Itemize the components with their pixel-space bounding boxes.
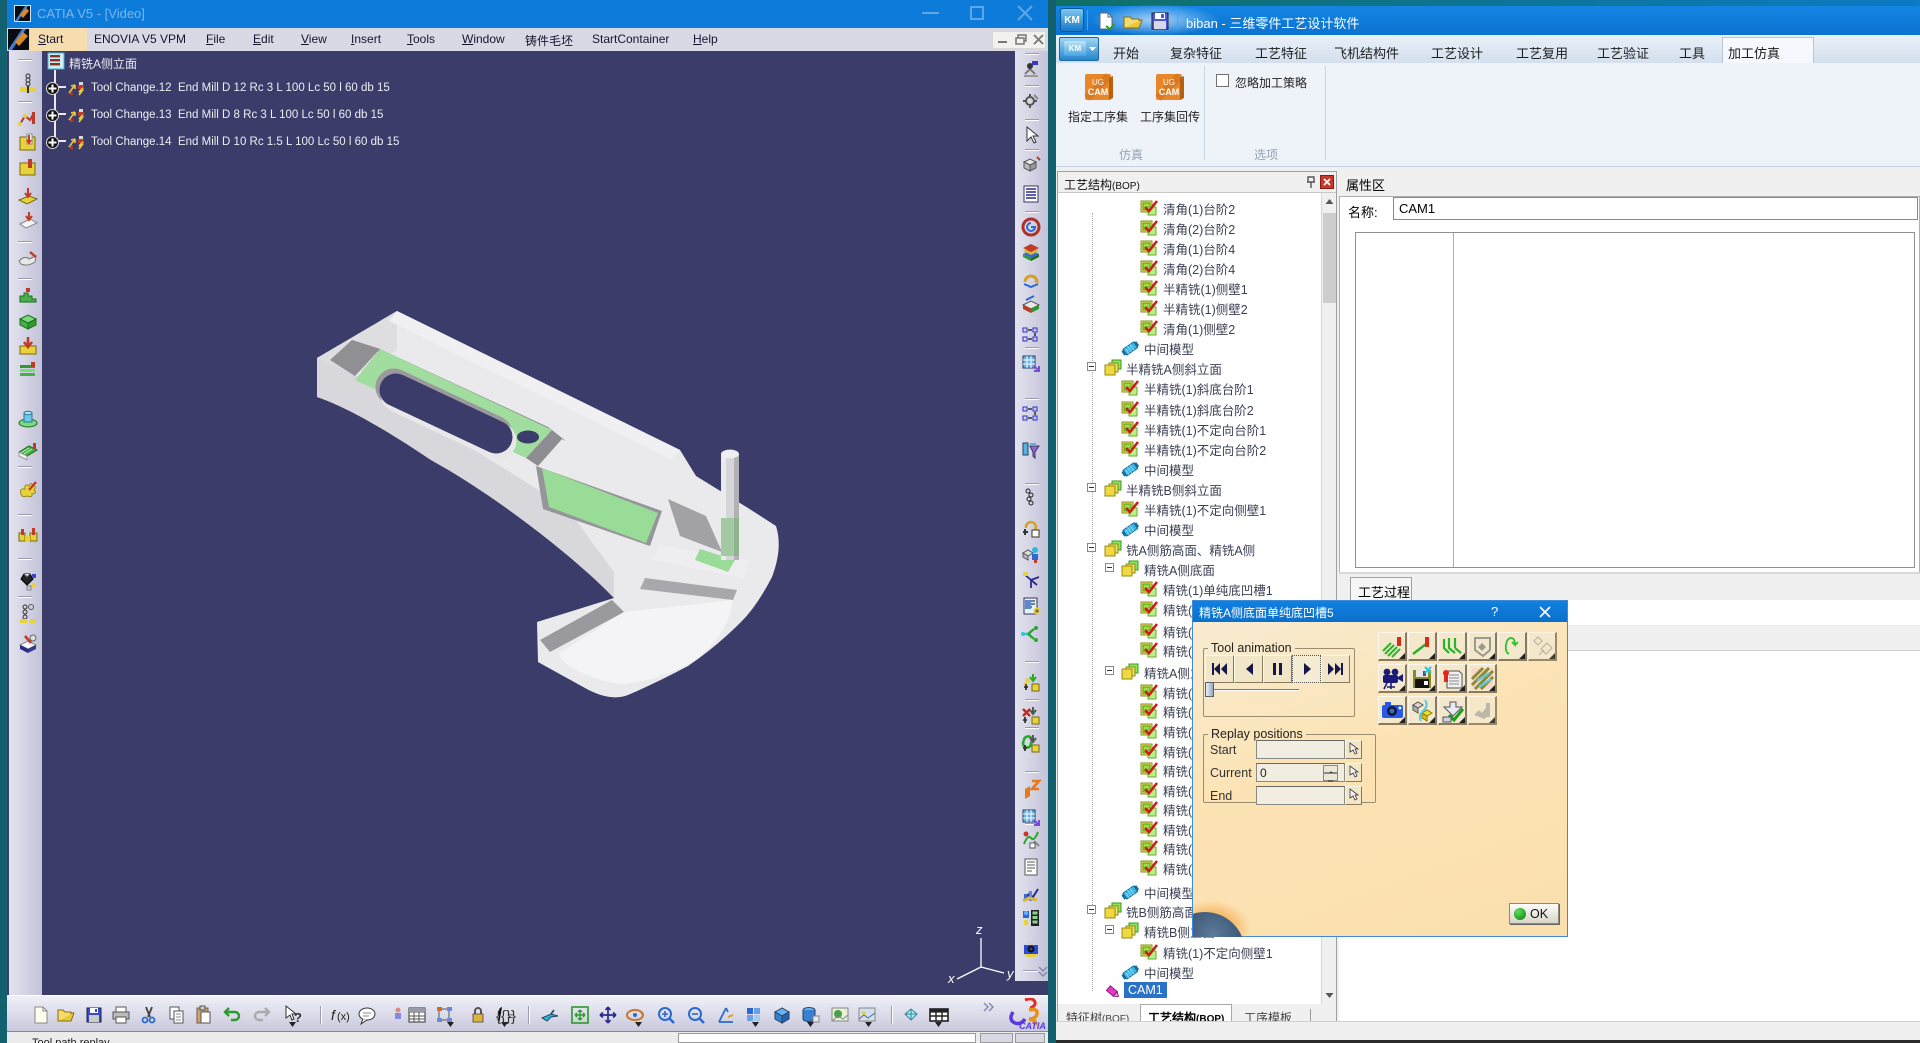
svg-text:y: y	[1006, 966, 1015, 981]
svg-text:CAM: CAM	[1159, 87, 1180, 97]
svg-text:CATIA: CATIA	[1019, 1021, 1046, 1031]
svg-text:(x): (x)	[337, 1011, 350, 1023]
svg-text:CAM: CAM	[1088, 87, 1109, 97]
svg-text:x: x	[947, 971, 955, 986]
svg-text:z: z	[975, 922, 983, 937]
svg-text:UG: UG	[1163, 78, 1175, 87]
svg-text:UG: UG	[1092, 78, 1104, 87]
